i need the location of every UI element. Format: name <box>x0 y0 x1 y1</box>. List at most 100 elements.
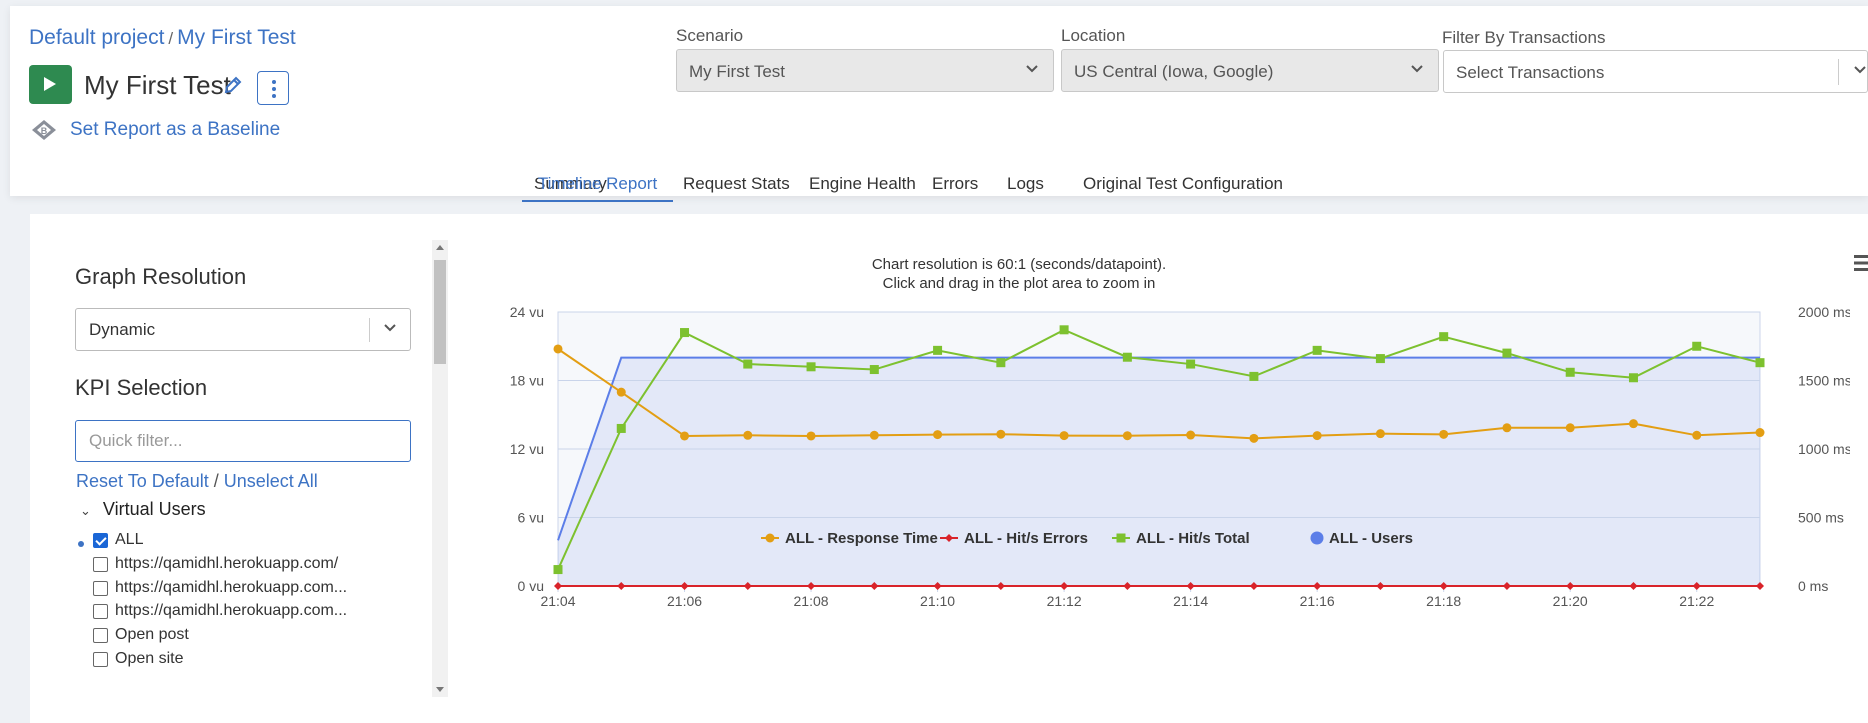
data-point <box>1122 352 1132 362</box>
y-right-ms-tick-label: 2000 ms <box>1798 304 1850 320</box>
tab-logs[interactable]: Logs <box>1007 166 1044 202</box>
data-point <box>933 430 943 440</box>
kpi-item-label: https://qamidhl.herokuapp.com... <box>115 579 348 596</box>
sidebar-scrollbar[interactable] <box>432 240 448 697</box>
data-point <box>743 359 753 369</box>
select-divider <box>1838 59 1839 85</box>
checkbox[interactable] <box>93 604 108 619</box>
chevron-down-icon <box>1854 66 1866 74</box>
tab-timeline-report[interactable]: Timeline Report <box>522 166 673 202</box>
unselect-all-link[interactable]: Unselect All <box>224 471 318 491</box>
data-point <box>1439 429 1449 439</box>
data-point <box>680 328 690 338</box>
checkbox[interactable] <box>93 557 108 572</box>
breadcrumb-project-link[interactable]: Default project <box>29 26 164 49</box>
chevron-down-icon <box>1026 65 1038 73</box>
data-point <box>1249 371 1259 381</box>
x-tick-label: 21:04 <box>540 593 575 609</box>
x-tick-label: 21:12 <box>1047 593 1082 609</box>
data-point <box>553 565 563 575</box>
report-header: Default project / My First Test My First T… <box>10 6 1868 202</box>
data-point <box>1502 423 1512 433</box>
tree-group-virtual-users[interactable]: ⌄ Virtual Users <box>80 499 206 520</box>
y-right-ms-tick-label: 0 ms <box>1798 578 1828 594</box>
data-point <box>1186 430 1196 440</box>
data-point <box>1628 373 1638 383</box>
timeline-chart[interactable]: Chart resolution is 60:1 (seconds/datapo… <box>455 214 1868 723</box>
data-point <box>869 430 879 440</box>
transactions-select[interactable]: Select Transactions <box>1443 50 1868 93</box>
checkbox[interactable] <box>93 533 108 548</box>
data-point <box>1439 332 1449 342</box>
location-value: US Central (Iowa, Google) <box>1074 62 1274 81</box>
checkbox[interactable] <box>93 581 108 596</box>
data-point <box>1059 431 1069 441</box>
breadcrumb-separator: / <box>168 29 174 48</box>
select-divider <box>369 318 370 342</box>
checkbox[interactable] <box>93 652 108 667</box>
data-point <box>1565 423 1575 433</box>
data-point <box>1312 345 1322 355</box>
set-baseline-link[interactable]: Set Report as a Baseline <box>70 119 280 141</box>
chevron-down-icon[interactable]: ⌄ <box>80 503 91 519</box>
page-title: My First Test <box>84 70 231 100</box>
kpi-item-label: ALL <box>115 531 144 548</box>
chevron-down-icon <box>1411 65 1423 73</box>
transactions-placeholder: Select Transactions <box>1456 63 1605 82</box>
run-test-button[interactable] <box>29 65 72 104</box>
y-right-ms-tick-label: 1500 ms <box>1798 373 1850 389</box>
data-point <box>1755 428 1765 438</box>
data-point <box>1692 430 1702 440</box>
more-options-button[interactable] <box>257 71 289 105</box>
timeline-report-panel: Graph Resolution Dynamic KPI Selection R… <box>30 214 1868 723</box>
y-left-tick-label: 6 vu <box>518 510 544 526</box>
data-point <box>1122 431 1132 441</box>
data-point <box>1059 325 1069 335</box>
data-point <box>680 431 690 441</box>
legend-label: ALL - Hit/s Total <box>1136 530 1250 547</box>
y-left-tick-label: 24 vu <box>510 304 544 320</box>
scroll-down-arrow-icon[interactable] <box>436 687 444 692</box>
breadcrumb-test-link[interactable]: My First Test <box>177 26 296 49</box>
legend-label: ALL - Hit/s Errors <box>964 530 1088 547</box>
legend-label: ALL - Users <box>1329 530 1413 547</box>
data-point <box>869 365 879 375</box>
baseline-icon: B <box>32 120 56 140</box>
x-tick-label: 21:06 <box>667 593 702 609</box>
data-point <box>1565 367 1575 377</box>
chart-svg[interactable]: 0 vu0 ms06 vu500 ms0.512 vu1000 ms118 vu… <box>455 214 1850 723</box>
data-point <box>1628 419 1638 429</box>
data-point <box>616 387 626 397</box>
pencil-icon[interactable] <box>224 76 242 94</box>
tab-original-test-configuration[interactable]: Original Test Configuration <box>1083 166 1283 202</box>
chart-menu-icon[interactable] <box>1854 254 1868 272</box>
graph-resolution-value: Dynamic <box>89 320 156 339</box>
chevron-down-icon <box>384 324 396 332</box>
users-area <box>558 357 1760 586</box>
scenario-select[interactable]: My First Test <box>676 49 1054 92</box>
data-point <box>806 431 816 441</box>
scroll-up-arrow-icon[interactable] <box>436 245 444 250</box>
kpi-item-label: Open post <box>115 626 189 643</box>
legend-label: ALL - Response Time <box>785 530 938 547</box>
x-tick-label: 21:20 <box>1553 593 1588 609</box>
tree-group-label: Virtual Users <box>102 499 206 519</box>
location-select[interactable]: US Central (Iowa, Google) <box>1061 49 1439 92</box>
tab-engine-health[interactable]: Engine Health <box>809 166 916 202</box>
graph-resolution-select[interactable]: Dynamic <box>75 308 411 351</box>
y-left-tick-label: 18 vu <box>510 373 544 389</box>
svg-text:B: B <box>41 126 48 136</box>
scrollbar-thumb[interactable] <box>434 260 446 364</box>
data-point <box>1502 348 1512 358</box>
y-right-ms-tick-label: 1000 ms <box>1798 441 1850 457</box>
quick-filter-input[interactable] <box>75 420 411 462</box>
tab-request-stats[interactable]: Request Stats <box>683 166 790 202</box>
checkbox[interactable] <box>93 628 108 643</box>
data-point <box>1375 354 1385 364</box>
data-point <box>1312 431 1322 441</box>
breadcrumb: Default project / My First Test <box>29 26 296 50</box>
reset-to-default-link[interactable]: Reset To Default <box>76 471 209 491</box>
tab-errors[interactable]: Errors <box>932 166 978 202</box>
data-point <box>1755 358 1765 368</box>
graph-resolution-title: Graph Resolution <box>75 264 247 289</box>
